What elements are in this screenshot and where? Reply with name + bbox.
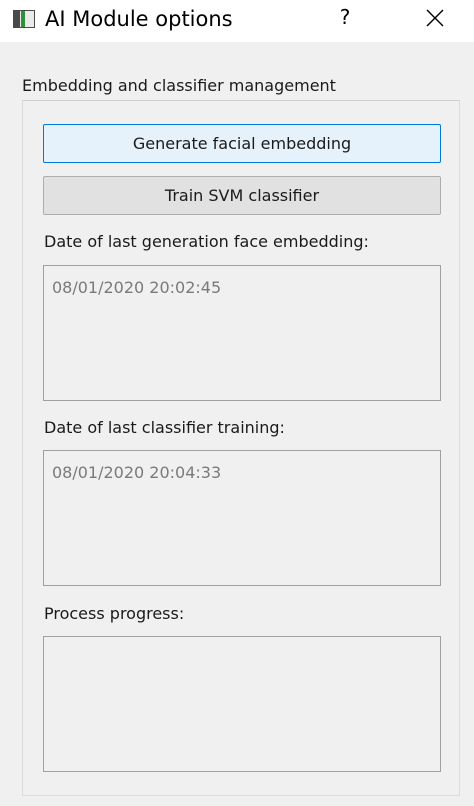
help-button[interactable]: ? xyxy=(320,0,370,42)
progress-field[interactable] xyxy=(43,636,441,772)
group-title: Embedding and classifier management xyxy=(22,76,336,95)
embedding-date-value: 08/01/2020 20:02:45 xyxy=(52,278,222,297)
generate-embedding-button[interactable]: Generate facial embedding xyxy=(43,124,441,163)
progress-label: Process progress: xyxy=(44,604,185,623)
embedding-date-label: Date of last generation face embedding: xyxy=(44,232,369,251)
embedding-date-field[interactable]: 08/01/2020 20:02:45 xyxy=(43,265,441,401)
close-icon xyxy=(426,9,444,27)
training-date-field[interactable]: 08/01/2020 20:04:33 xyxy=(43,450,441,586)
train-classifier-button[interactable]: Train SVM classifier xyxy=(43,176,441,215)
window-title: AI Module options xyxy=(45,7,233,31)
training-date-label: Date of last classifier training: xyxy=(44,418,285,437)
app-window-icon xyxy=(13,10,35,28)
training-date-value: 08/01/2020 20:04:33 xyxy=(52,463,222,482)
close-button[interactable] xyxy=(410,0,460,42)
title-bar: AI Module options ? xyxy=(0,0,474,42)
